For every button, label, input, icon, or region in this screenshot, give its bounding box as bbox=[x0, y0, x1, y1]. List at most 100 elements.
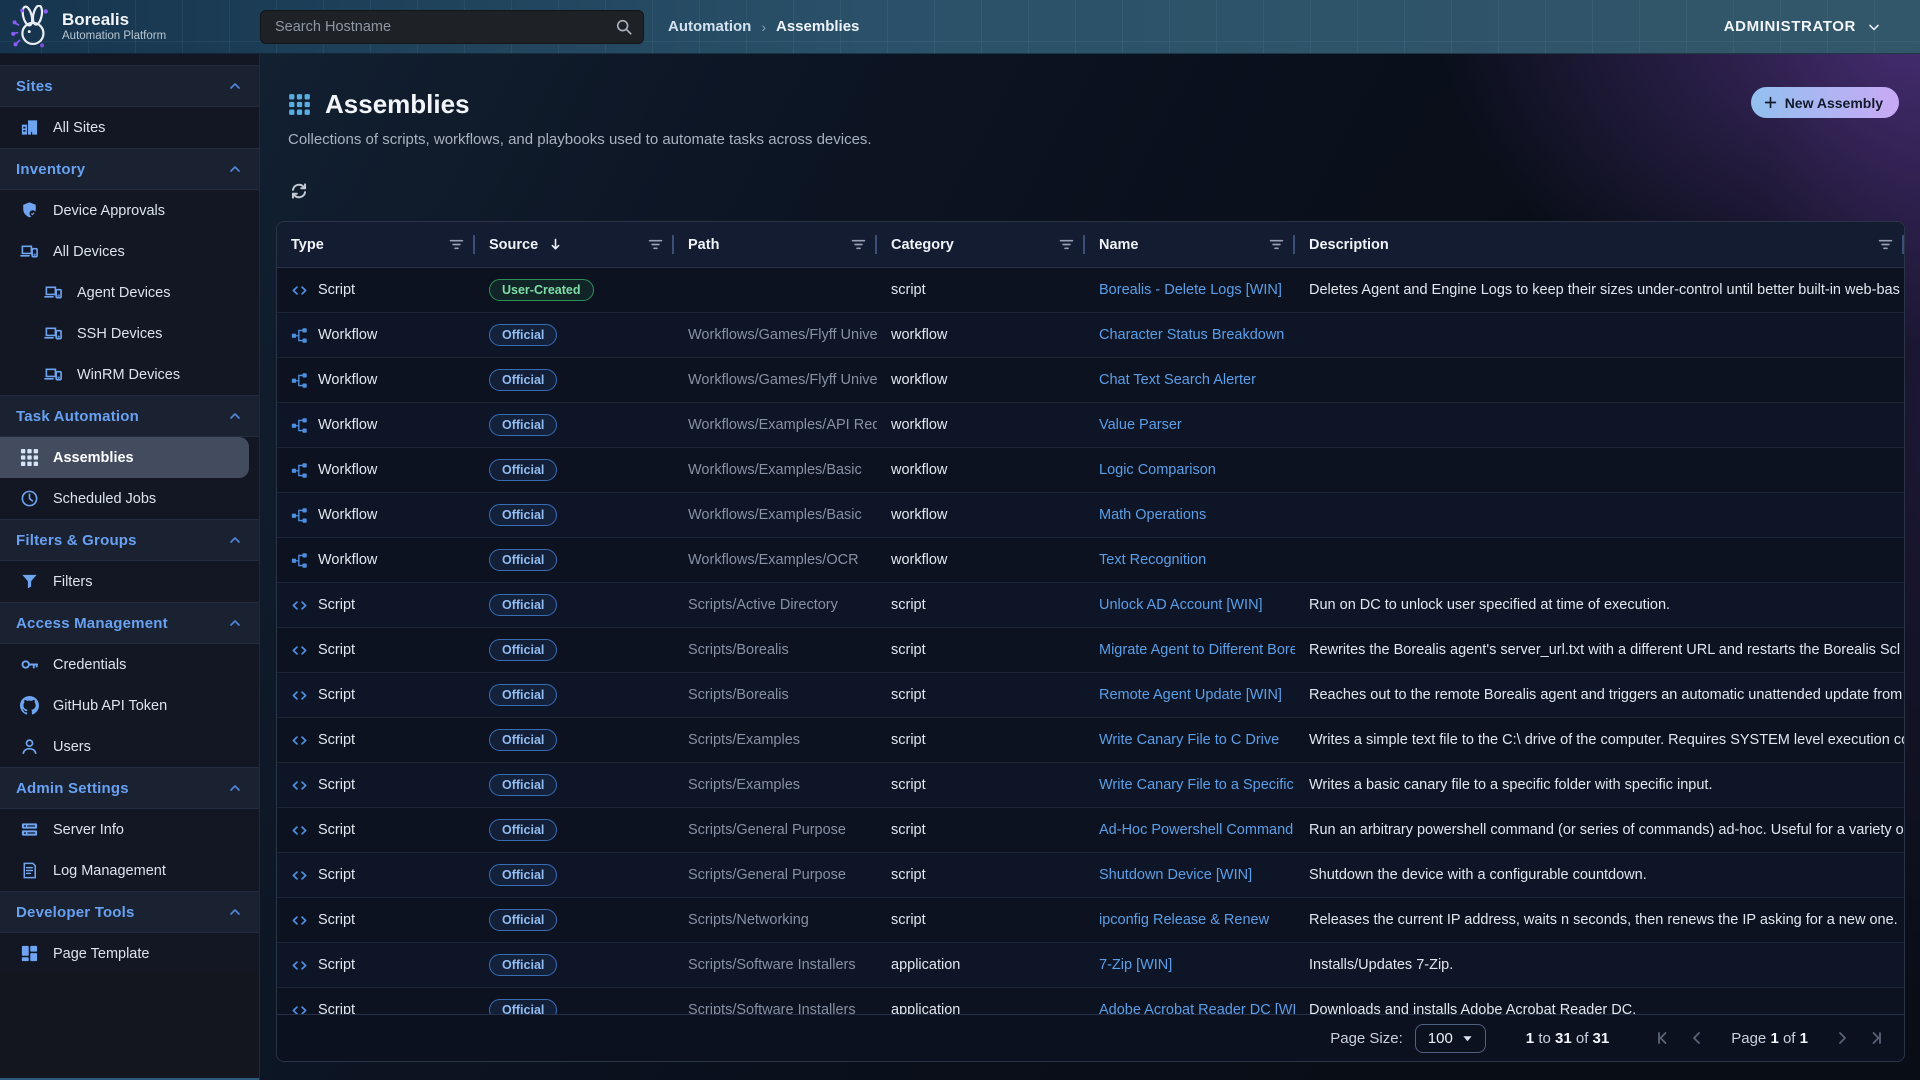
category-cell: script bbox=[877, 898, 1085, 942]
assembly-name-link[interactable]: Write Canary File to a Specific F bbox=[1099, 777, 1295, 793]
table-row[interactable]: ScriptOfficialScripts/BorealisscriptRemo… bbox=[277, 673, 1904, 718]
sidebar-item-page-template[interactable]: Page Template bbox=[0, 933, 259, 974]
table-row[interactable]: WorkflowOfficialWorkflows/Examples/Basic… bbox=[277, 448, 1904, 493]
sidebar-item-device-approvals[interactable]: Device Approvals bbox=[0, 190, 259, 231]
sidebar-item-credentials[interactable]: Credentials bbox=[0, 644, 259, 685]
assembly-name-link[interactable]: Remote Agent Update [WIN] bbox=[1099, 687, 1282, 703]
sidebar-item-agent-devices[interactable]: Agent Devices bbox=[0, 272, 259, 313]
type-label: Script bbox=[318, 732, 355, 748]
column-header-source[interactable]: Source bbox=[475, 222, 674, 267]
sort-down-icon[interactable] bbox=[547, 236, 564, 253]
assembly-name-link[interactable]: Unlock AD Account [WIN] bbox=[1099, 597, 1263, 613]
table-row[interactable]: ScriptOfficialScripts/BorealisscriptMigr… bbox=[277, 628, 1904, 673]
assemblies-grid-icon bbox=[288, 93, 311, 116]
category-cell: workflow bbox=[877, 448, 1085, 492]
assembly-name-link[interactable]: Migrate Agent to Different Borea bbox=[1099, 642, 1295, 658]
type-cell: Script bbox=[277, 718, 475, 762]
table-row[interactable]: WorkflowOfficialWorkflows/Games/Flyff Un… bbox=[277, 313, 1904, 358]
sidebar-section-developer-tools[interactable]: Developer Tools bbox=[0, 891, 259, 933]
sidebar-section-task-automation[interactable]: Task Automation bbox=[0, 395, 259, 437]
column-header-name[interactable]: Name bbox=[1085, 222, 1295, 267]
column-header-category[interactable]: Category bbox=[877, 222, 1085, 267]
path-cell: Scripts/Software Installers bbox=[674, 943, 877, 987]
sidebar-item-label: Scheduled Jobs bbox=[53, 491, 156, 507]
filter-lines-icon[interactable] bbox=[1877, 236, 1894, 253]
new-assembly-button[interactable]: New Assembly bbox=[1751, 87, 1899, 118]
assembly-name-link[interactable]: ipconfig Release & Renew bbox=[1099, 912, 1269, 928]
table-row[interactable]: ScriptOfficialScripts/General Purposescr… bbox=[277, 808, 1904, 853]
user-menu[interactable]: ADMINISTRATOR bbox=[1724, 18, 1882, 35]
table-row[interactable]: WorkflowOfficialWorkflows/Examples/Basic… bbox=[277, 493, 1904, 538]
sidebar-item-github-api-token[interactable]: GitHub API Token bbox=[0, 685, 259, 726]
search-input[interactable] bbox=[273, 18, 615, 36]
breadcrumb-automation[interactable]: Automation bbox=[668, 18, 751, 35]
sidebar-section-filters-groups[interactable]: Filters & Groups bbox=[0, 519, 259, 561]
assembly-name-link[interactable]: 7-Zip [WIN] bbox=[1099, 957, 1172, 973]
table-row[interactable]: ScriptOfficialScripts/Active Directorysc… bbox=[277, 583, 1904, 628]
filter-lines-icon[interactable] bbox=[448, 236, 465, 253]
filter-lines-icon[interactable] bbox=[1058, 236, 1075, 253]
chevron-up-icon bbox=[227, 532, 243, 548]
assembly-name-link[interactable]: Math Operations bbox=[1099, 507, 1206, 523]
filter-lines-icon[interactable] bbox=[647, 236, 664, 253]
assembly-name-link[interactable]: Value Parser bbox=[1099, 417, 1182, 433]
sidebar-section-sites[interactable]: Sites bbox=[0, 65, 259, 107]
hostname-search[interactable] bbox=[260, 10, 644, 44]
sidebar-item-all-devices[interactable]: All Devices bbox=[0, 231, 259, 272]
table-row[interactable]: ScriptOfficialScripts/Networkingscriptip… bbox=[277, 898, 1904, 943]
previous-page-button[interactable] bbox=[1687, 1028, 1707, 1048]
sidebar-item-log-management[interactable]: Log Management bbox=[0, 850, 259, 891]
sidebar-section-admin-settings[interactable]: Admin Settings bbox=[0, 767, 259, 809]
assembly-name-link[interactable]: Text Recognition bbox=[1099, 552, 1206, 568]
type-cell: Workflow bbox=[277, 358, 475, 402]
table-row[interactable]: WorkflowOfficialWorkflows/Examples/API R… bbox=[277, 403, 1904, 448]
filter-lines-icon[interactable] bbox=[850, 236, 867, 253]
assembly-name-link[interactable]: Borealis - Delete Logs [WIN] bbox=[1099, 282, 1282, 298]
table-row[interactable]: ScriptOfficialScripts/ExamplesscriptWrit… bbox=[277, 718, 1904, 763]
assembly-name-link[interactable]: Logic Comparison bbox=[1099, 462, 1216, 478]
sidebar-item-users[interactable]: Users bbox=[0, 726, 259, 767]
first-page-button[interactable] bbox=[1653, 1028, 1673, 1048]
table-row[interactable]: ScriptUser-CreatedscriptBorealis - Delet… bbox=[277, 268, 1904, 313]
assembly-name-link[interactable]: Shutdown Device [WIN] bbox=[1099, 867, 1252, 883]
assembly-name-link[interactable]: Write Canary File to C Drive bbox=[1099, 732, 1279, 748]
sidebar-item-assemblies[interactable]: Assemblies bbox=[0, 437, 249, 478]
assembly-name-link[interactable]: Character Status Breakdown bbox=[1099, 327, 1284, 343]
name-cell: ipconfig Release & Renew bbox=[1085, 898, 1295, 942]
type-cell: Workflow bbox=[277, 403, 475, 447]
column-header-type[interactable]: Type bbox=[277, 222, 475, 267]
table-row[interactable]: ScriptOfficialScripts/General Purposescr… bbox=[277, 853, 1904, 898]
column-header-path[interactable]: Path bbox=[674, 222, 877, 267]
table-row[interactable]: WorkflowOfficialWorkflows/Games/Flyff Un… bbox=[277, 358, 1904, 403]
sidebar-item-winrm-devices[interactable]: WinRM Devices bbox=[0, 354, 259, 395]
column-header-description[interactable]: Description bbox=[1295, 222, 1904, 267]
table-row[interactable]: ScriptOfficialScripts/Software Installer… bbox=[277, 943, 1904, 988]
sidebar-item-server-info[interactable]: Server Info bbox=[0, 809, 259, 850]
type-label: Script bbox=[318, 597, 355, 613]
assembly-name-link[interactable]: Ad-Hoc Powershell Command [\ bbox=[1099, 822, 1295, 838]
description-cell: Installs/Updates 7-Zip. bbox=[1295, 943, 1904, 987]
table-row[interactable]: ScriptOfficialScripts/ExamplesscriptWrit… bbox=[277, 763, 1904, 808]
app-logo[interactable]: Borealis Automation Platform bbox=[0, 5, 250, 49]
page-title: Assemblies bbox=[325, 89, 470, 119]
sidebar-item-all-sites[interactable]: All Sites bbox=[0, 107, 259, 148]
sidebar-section-access-management[interactable]: Access Management bbox=[0, 602, 259, 644]
search-icon[interactable] bbox=[615, 18, 633, 36]
breadcrumb-assemblies[interactable]: Assemblies bbox=[776, 18, 859, 35]
sidebar-section-inventory[interactable]: Inventory bbox=[0, 148, 259, 190]
table-row[interactable]: WorkflowOfficialWorkflows/Examples/OCRwo… bbox=[277, 538, 1904, 583]
page-size-select[interactable]: 100 bbox=[1415, 1024, 1486, 1053]
sidebar-item-label: Log Management bbox=[53, 863, 166, 879]
sidebar-item-ssh-devices[interactable]: SSH Devices bbox=[0, 313, 259, 354]
assembly-name-link[interactable]: Chat Text Search Alerter bbox=[1099, 372, 1256, 388]
sidebar-item-filters[interactable]: Filters bbox=[0, 561, 259, 602]
sidebar-item-scheduled-jobs[interactable]: Scheduled Jobs bbox=[0, 478, 259, 519]
path-cell: Scripts/General Purpose bbox=[674, 853, 877, 897]
refresh-button[interactable] bbox=[288, 180, 310, 202]
sidebar-item-label: Page Template bbox=[53, 946, 149, 962]
category-cell: script bbox=[877, 268, 1085, 312]
layout-icon bbox=[20, 944, 39, 963]
last-page-button[interactable] bbox=[1866, 1028, 1886, 1048]
next-page-button[interactable] bbox=[1832, 1028, 1852, 1048]
filter-lines-icon[interactable] bbox=[1268, 236, 1285, 253]
